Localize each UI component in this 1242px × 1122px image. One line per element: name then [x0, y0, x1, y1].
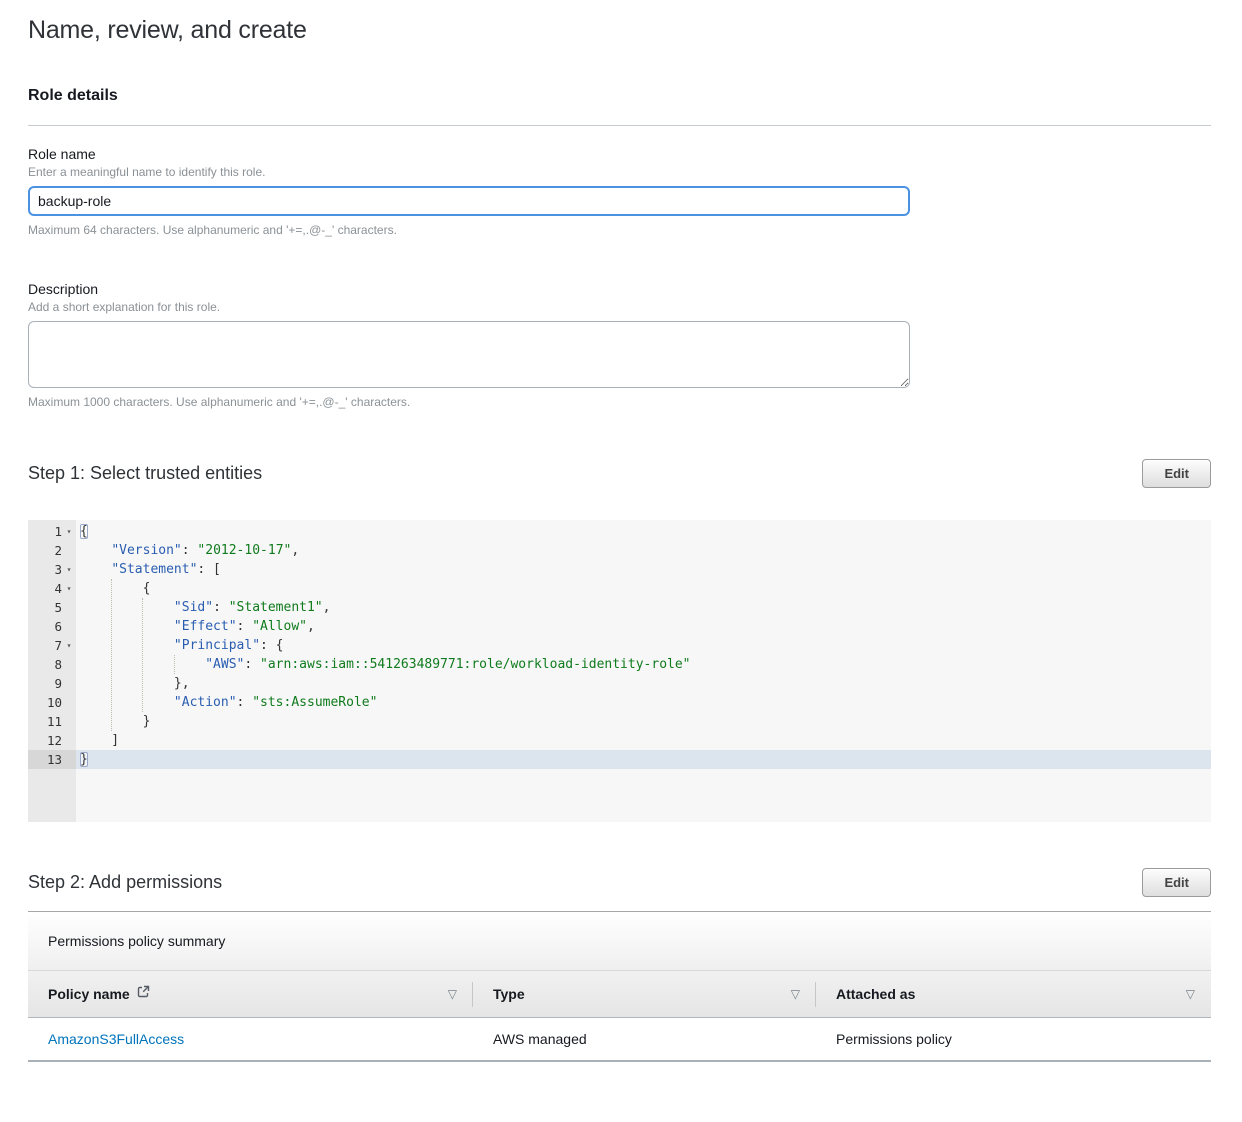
permissions-panel-title: Permissions policy summary — [48, 933, 225, 949]
role-name-helper: Enter a meaningful name to identify this… — [28, 165, 1211, 179]
editor-line-6[interactable]: 6 "Effect": "Allow", — [28, 617, 1211, 636]
editor-code-line[interactable]: "Sid": "Statement1", — [76, 598, 1211, 617]
editor-code-line[interactable]: } — [76, 750, 1211, 769]
fold-arrow-icon[interactable]: ▾ — [62, 560, 76, 579]
editor-line-1[interactable]: 1▾{ — [28, 522, 1211, 541]
editor-gutter: 6 — [28, 617, 76, 636]
role-name-hint: Maximum 64 characters. Use alphanumeric … — [28, 223, 1211, 237]
section-divider — [28, 125, 1211, 126]
description-helper: Add a short explanation for this role. — [28, 300, 1211, 314]
editor-line-4[interactable]: 4▾ { — [28, 579, 1211, 598]
type-column-label: Type — [493, 986, 525, 1002]
permissions-policy-summary-panel: Permissions policy summary Policy name ▽… — [28, 911, 1211, 1062]
fold-arrow-icon[interactable]: ▾ — [62, 522, 76, 541]
fold-spacer — [62, 674, 76, 693]
editor-gutter: 2 — [28, 541, 76, 560]
column-header-policy-name[interactable]: Policy name ▽ — [28, 971, 473, 1017]
editor-code-line[interactable]: "Version": "2012-10-17", — [76, 541, 1211, 560]
editor-gutter: 11 — [28, 712, 76, 731]
editor-code-line[interactable]: "AWS": "arn:aws:iam::541263489771:role/w… — [76, 655, 1211, 674]
fold-arrow-icon[interactable]: ▾ — [62, 579, 76, 598]
column-header-attached-as[interactable]: Attached as ▽ — [816, 971, 1211, 1017]
fold-spacer — [62, 655, 76, 674]
permissions-panel-header: Permissions policy summary — [28, 912, 1211, 971]
editor-gutter: 10 — [28, 693, 76, 712]
editor-code-line[interactable]: "Action": "sts:AssumeRole" — [76, 693, 1211, 712]
fold-spacer — [62, 598, 76, 617]
step2-header-row: Step 2: Add permissions Edit — [28, 868, 1211, 897]
editor-code-line[interactable]: { — [76, 522, 1211, 541]
editor-line-13[interactable]: 13} — [28, 750, 1211, 769]
editor-code-line[interactable]: } — [76, 712, 1211, 731]
sort-icon[interactable]: ▽ — [1176, 987, 1195, 1001]
editor-line-11[interactable]: 11 } — [28, 712, 1211, 731]
editor-code-line[interactable]: { — [76, 579, 1211, 598]
fold-spacer — [62, 693, 76, 712]
step1-heading: Step 1: Select trusted entities — [28, 463, 262, 484]
page-title: Name, review, and create — [28, 16, 1211, 45]
editor-gutter: 5 — [28, 598, 76, 617]
attached-as-cell: Permissions policy — [816, 1031, 1211, 1047]
editor-gutter: 7▾ — [28, 636, 76, 655]
editor-line-8[interactable]: 8 "AWS": "arn:aws:iam::541263489771:role… — [28, 655, 1211, 674]
policy-name-column-label: Policy name — [48, 986, 130, 1002]
editor-code-line[interactable]: }, — [76, 674, 1211, 693]
fold-spacer — [62, 712, 76, 731]
permissions-table-header: Policy name ▽ Type ▽ Attached as ▽ — [28, 971, 1211, 1018]
editor-gutter: 12 — [28, 731, 76, 750]
sort-icon[interactable]: ▽ — [781, 987, 800, 1001]
editor-line-12[interactable]: 12 ] — [28, 731, 1211, 750]
policy-name-cell: AmazonS3FullAccess — [28, 1031, 473, 1047]
fold-spacer — [62, 617, 76, 636]
editor-gutter: 13 — [28, 750, 76, 769]
step2-heading: Step 2: Add permissions — [28, 872, 222, 893]
editor-gutter: 1▾ — [28, 522, 76, 541]
description-textarea[interactable] — [28, 321, 910, 388]
editor-line-9[interactable]: 9 }, — [28, 674, 1211, 693]
role-name-label: Role name — [28, 146, 1211, 162]
table-row: AmazonS3FullAccess AWS managed Permissio… — [28, 1018, 1211, 1062]
editor-line-3[interactable]: 3▾ "Statement": [ — [28, 560, 1211, 579]
editor-gutter: 4▾ — [28, 579, 76, 598]
editor-code-line[interactable]: "Statement": [ — [76, 560, 1211, 579]
editor-gutter: 8 — [28, 655, 76, 674]
editor-code-line[interactable]: ] — [76, 731, 1211, 750]
editor-code-line[interactable]: "Principal": { — [76, 636, 1211, 655]
editor-line-7[interactable]: 7▾ "Principal": { — [28, 636, 1211, 655]
editor-line-2[interactable]: 2 "Version": "2012-10-17", — [28, 541, 1211, 560]
editor-line-5[interactable]: 5 "Sid": "Statement1", — [28, 598, 1211, 617]
policy-name-link[interactable]: AmazonS3FullAccess — [48, 1031, 184, 1047]
sort-icon[interactable]: ▽ — [438, 987, 457, 1001]
policy-type-cell: AWS managed — [473, 1031, 816, 1047]
step1-header-row: Step 1: Select trusted entities Edit — [28, 459, 1211, 488]
name-review-create-page: Name, review, and create Role details Ro… — [0, 0, 1242, 1122]
fold-spacer — [62, 541, 76, 560]
description-label: Description — [28, 281, 1211, 297]
editor-gutter: 9 — [28, 674, 76, 693]
editor-code-line[interactable]: "Effect": "Allow", — [76, 617, 1211, 636]
role-details-heading: Role details — [28, 87, 1211, 105]
fold-spacer — [62, 750, 76, 769]
description-hint: Maximum 1000 characters. Use alphanumeri… — [28, 395, 1211, 409]
trust-policy-editor[interactable]: 1▾{2 "Version": "2012-10-17",3▾ "Stateme… — [28, 520, 1211, 822]
step1-edit-button[interactable]: Edit — [1142, 459, 1211, 488]
column-header-type[interactable]: Type ▽ — [473, 971, 816, 1017]
policy-editor-lines: 1▾{2 "Version": "2012-10-17",3▾ "Stateme… — [28, 520, 1211, 769]
editor-line-10[interactable]: 10 "Action": "sts:AssumeRole" — [28, 693, 1211, 712]
fold-arrow-icon[interactable]: ▾ — [62, 636, 76, 655]
role-name-input[interactable] — [28, 186, 910, 216]
editor-gutter: 3▾ — [28, 560, 76, 579]
external-link-icon — [137, 985, 150, 1003]
step2-edit-button[interactable]: Edit — [1142, 868, 1211, 897]
attached-as-column-label: Attached as — [836, 986, 915, 1002]
fold-spacer — [62, 731, 76, 750]
